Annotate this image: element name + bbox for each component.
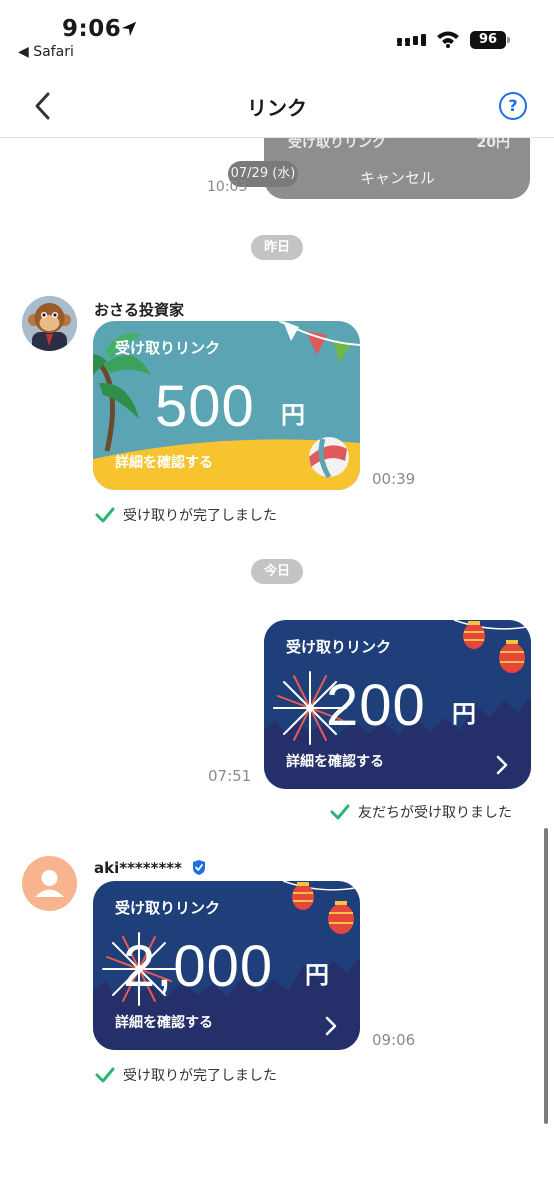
card-amount: 500 xyxy=(155,374,255,439)
check-icon xyxy=(95,1067,115,1083)
page-title: リンク xyxy=(247,96,307,120)
link-card-2000[interactable]: 受け取りリンク 2,000 円 詳細を確認する xyxy=(93,881,360,1050)
sender-name-text: aki******** xyxy=(94,859,182,877)
card-detail-link[interactable]: 詳細を確認する xyxy=(115,452,213,472)
navigation-bar: リンク ? xyxy=(0,72,554,138)
card-amount: 200 xyxy=(326,673,426,738)
date-separator-yesterday: 昨日 xyxy=(251,235,303,260)
card-amount: 2,000 xyxy=(123,934,274,999)
receipt-status: 友だちが受け取りました xyxy=(330,802,512,822)
help-button[interactable]: ? xyxy=(499,92,527,120)
receipt-status-text: 受け取りが完了しました xyxy=(123,1068,277,1084)
card-currency: 円 xyxy=(305,961,329,989)
message-time: 00:39 xyxy=(372,470,416,488)
card-detail-link[interactable]: 詳細を確認する xyxy=(115,1012,213,1032)
status-bar: 9:06 ◀ Safari 96 xyxy=(0,0,554,70)
sender-name: おさる投資家 xyxy=(94,301,185,319)
check-icon xyxy=(330,804,350,820)
status-time: 9:06 xyxy=(62,16,122,42)
receipt-status-text: 友だちが受け取りました xyxy=(358,805,512,821)
wifi-icon xyxy=(437,31,459,48)
card-detail-link[interactable]: 詳細を確認する xyxy=(286,751,384,771)
verified-badge-icon xyxy=(193,860,206,875)
date-separator-today: 今日 xyxy=(251,559,303,584)
link-card-500[interactable]: 受け取りリンク 500 円 詳細を確認する xyxy=(93,321,360,490)
link-card-200[interactable]: 受け取りリンク 200 円 詳細を確認する xyxy=(264,620,531,789)
check-icon xyxy=(95,507,115,523)
cancel-button[interactable]: キャンセル xyxy=(360,167,435,188)
card-label: 受け取りリンク xyxy=(286,638,392,656)
battery-tip xyxy=(507,37,510,43)
location-arrow-icon xyxy=(121,21,137,37)
avatar[interactable] xyxy=(22,856,77,911)
card-label: 受け取りリンク xyxy=(115,339,221,357)
back-to-safari-link[interactable]: ◀ Safari xyxy=(18,44,74,60)
message-time: 09:06 xyxy=(372,1031,416,1049)
message-time: 07:51 xyxy=(208,767,252,785)
scrollbar[interactable] xyxy=(544,828,548,1124)
cellular-signal-icon xyxy=(397,34,426,46)
receipt-status: 受け取りが完了しました xyxy=(95,505,277,525)
sender-name: aki******** xyxy=(94,859,207,877)
avatar[interactable] xyxy=(22,296,77,351)
monkey-avatar-icon xyxy=(22,296,77,351)
receipt-status: 受け取りが完了しました xyxy=(95,1065,277,1085)
chevron-right-icon xyxy=(325,1016,337,1036)
card-label: 受け取りリンク xyxy=(115,899,221,917)
chevron-right-icon xyxy=(496,755,508,775)
card-currency: 円 xyxy=(452,700,476,728)
receipt-status-text: 受け取りが完了しました xyxy=(123,508,277,524)
message-time: 10:03 xyxy=(207,179,248,195)
card-currency: 円 xyxy=(281,401,305,429)
user-avatar-icon xyxy=(35,870,64,897)
battery-indicator: 96 xyxy=(470,31,506,49)
